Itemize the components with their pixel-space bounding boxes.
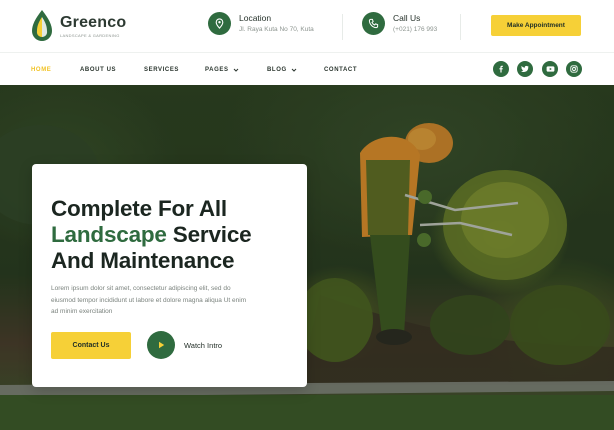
- top-header: Greenco Landscape & Gardening Location J…: [0, 0, 614, 52]
- phone-icon: [362, 12, 385, 35]
- nav-home[interactable]: HOME: [31, 67, 51, 73]
- map-pin-icon: [208, 12, 231, 35]
- make-appointment-button[interactable]: Make Appointment: [491, 15, 581, 36]
- youtube-icon[interactable]: [542, 61, 558, 77]
- location-address: Jl. Raya Kuta No 70, Kuta: [239, 26, 314, 33]
- brand-name: Greenco: [60, 14, 127, 31]
- call-info: Call Us (+021) 176 993: [362, 12, 437, 35]
- main-nav: HOME ABOUT US SERVICES PAGES BLOG CONTAC…: [0, 52, 614, 85]
- nav-about-us[interactable]: ABOUT US: [80, 67, 116, 73]
- call-number[interactable]: (+021) 176 993: [393, 24, 437, 35]
- hero-headline-highlight: Landscape: [51, 222, 167, 247]
- play-icon[interactable]: [147, 331, 175, 359]
- twitter-icon[interactable]: [517, 61, 533, 77]
- chevron-down-icon: [291, 68, 297, 72]
- nav-blog[interactable]: BLOG: [267, 67, 297, 73]
- contact-us-button[interactable]: Contact Us: [51, 332, 131, 359]
- chevron-down-icon: [233, 68, 238, 72]
- nav-contact[interactable]: CONTACT: [324, 67, 357, 73]
- hero-card: Complete For All Landscape Service And M…: [32, 164, 307, 387]
- hero-headline-line2: Service: [166, 222, 252, 247]
- nav-blog-label: BLOG: [267, 67, 287, 73]
- facebook-icon[interactable]: [493, 61, 509, 77]
- brand-tagline: Landscape & Gardening: [60, 33, 120, 38]
- call-title: Call Us: [393, 13, 421, 23]
- hero-headline-line3: And Maintenance: [51, 248, 235, 273]
- instagram-icon[interactable]: [566, 61, 582, 77]
- header-divider: [342, 14, 343, 40]
- header-divider: [460, 14, 461, 40]
- nav-pages-label: PAGES: [205, 67, 229, 73]
- location-info: Location Jl. Raya Kuta No 70, Kuta: [208, 12, 314, 35]
- leaf-drop-logo-icon: [32, 10, 52, 41]
- location-title: Location: [239, 13, 272, 23]
- brand-logo[interactable]: Greenco Landscape & Gardening: [30, 9, 126, 43]
- watch-intro-link[interactable]: Watch Intro: [184, 341, 222, 350]
- nav-pages[interactable]: PAGES: [205, 67, 239, 73]
- hero-description: Lorem ipsum dolor sit amet, consectetur …: [51, 285, 247, 316]
- hero-headline: Complete For All Landscape Service And M…: [51, 196, 252, 274]
- nav-services[interactable]: SERVICES: [144, 67, 179, 73]
- hero-section: Complete For All Landscape Service And M…: [0, 85, 614, 430]
- hero-headline-line1: Complete For All: [51, 196, 227, 221]
